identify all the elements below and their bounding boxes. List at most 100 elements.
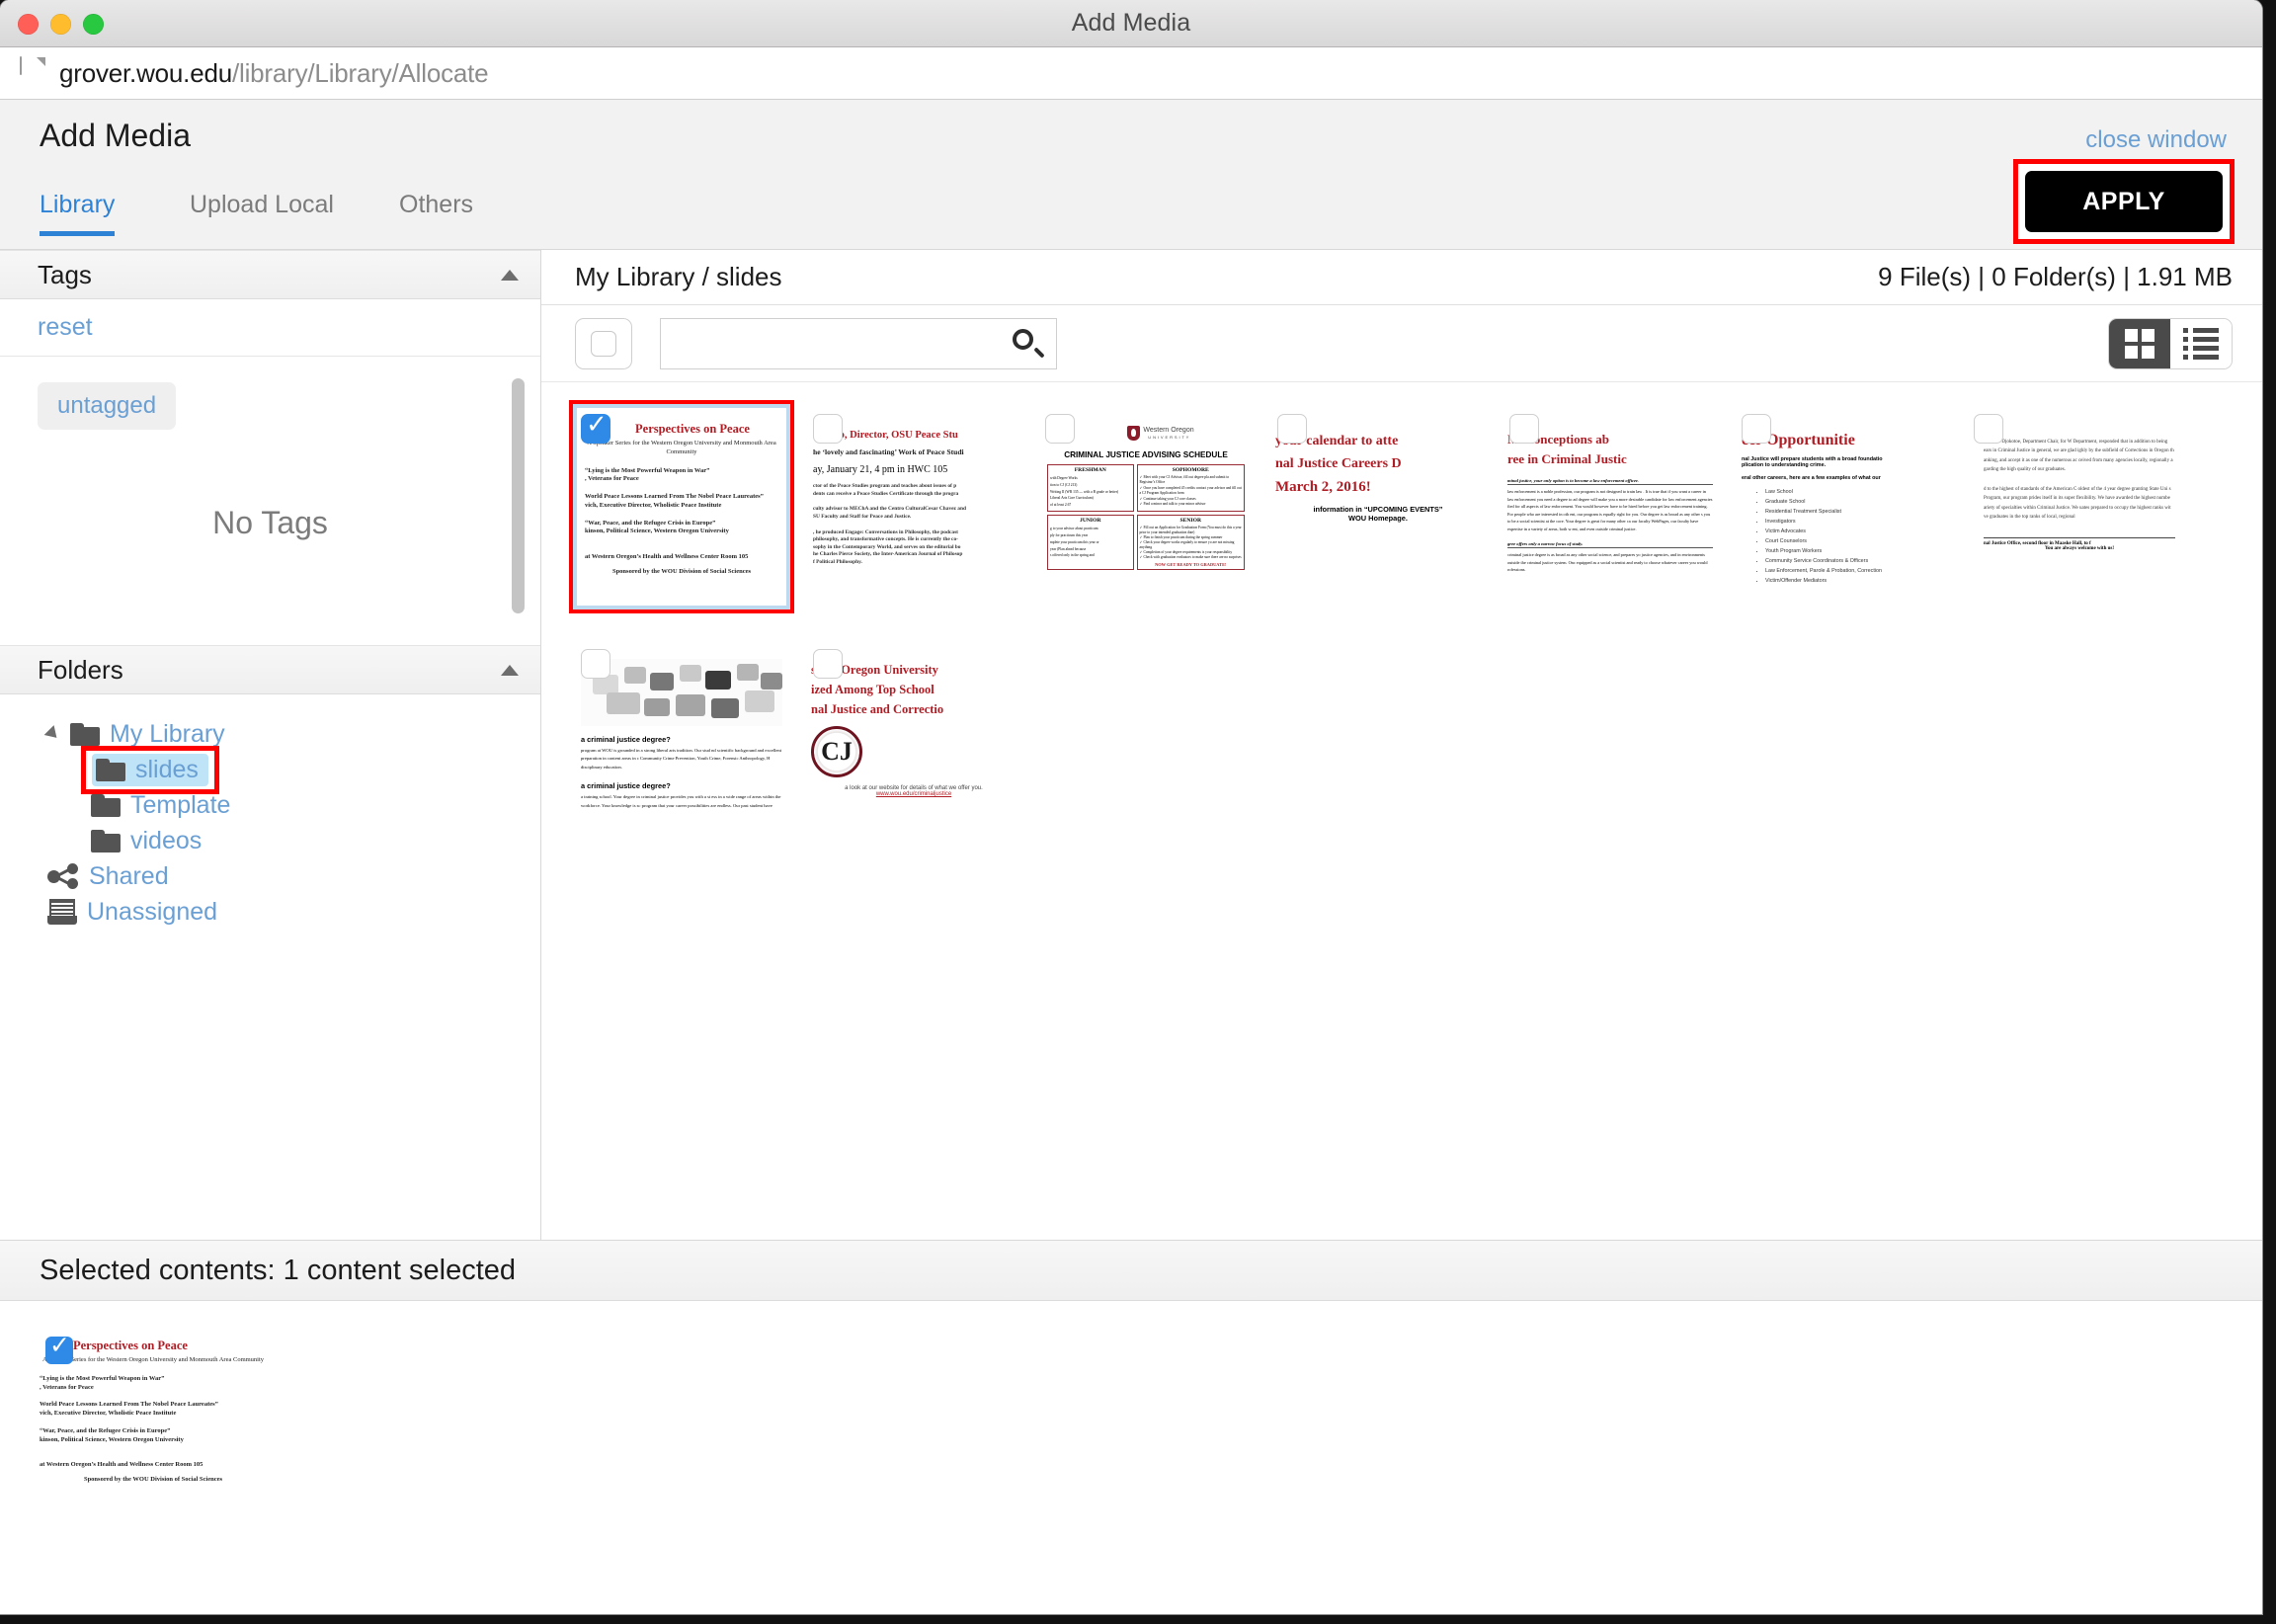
page-title: Add Media [40,118,191,153]
thumbnail-cell[interactable]: Orosco, Director, OSU Peace Stu he ‘love… [795,404,1027,639]
selected-title: Perspectives on Peace [73,1339,188,1352]
view-toggle-group [2108,318,2233,369]
folder-item-slides[interactable]: slides [81,745,540,794]
tag-chip-untagged[interactable]: untagged [38,382,177,430]
search-input[interactable] [675,330,1013,357]
reset-link[interactable]: reset [38,313,93,342]
thumb-line: sophy in the Contemporary World, and ser… [813,543,961,550]
select-all-checkbox[interactable] [575,317,632,369]
window-titlebar: Add Media [0,0,2262,47]
content-area: My Library / slides 9 File(s) | 0 Folder… [541,250,2262,1240]
grid-icon [2125,329,2154,359]
tags-list-area: untagged No Tags [0,357,540,645]
thumb-line: “Lying is the Most Powerful Weapon in Wa… [585,466,710,474]
thumb-line: , he produced Engage: Conversations in P… [813,528,958,535]
thumb-body: criminal justice degree is as broad as a… [1507,552,1708,573]
thumbnail-cell[interactable]: eer Opportunitie nal Justice will prepar… [1724,404,1956,639]
folder-item-videos[interactable]: videos [91,823,540,858]
thumb-question: a criminal justice degree? [581,735,671,744]
url-bar[interactable]: grover.wou.edu/library/Library/Allocate [0,47,2262,100]
folder-icon [70,722,100,746]
thumbnail-checkbox[interactable] [1742,414,1771,444]
thumbnail-checkbox[interactable] [581,649,610,679]
tab-upload-local[interactable]: Upload Local [190,191,334,233]
thumbnail-cell[interactable]: Western Oregon U N I V E R S I T Y CRIMIN… [1027,404,1260,639]
thumbnail-grid: Perspectives on Peace A Speaker Series f… [541,382,2262,874]
thumb-footer-red: at Western Oregon’s Health and Wellness … [585,553,749,561]
search-box[interactable] [660,317,1057,369]
traffic-light-buttons [18,0,104,47]
thumbnail-checkbox[interactable] [1277,414,1307,444]
chevron-up-icon[interactable] [501,269,519,281]
tab-library[interactable]: Library [40,191,116,236]
thumb-footer: Sponsored by the WOU Division of Social … [611,567,752,575]
thumb-footer-link[interactable]: www.wou.edu/criminaljustice [811,791,1016,797]
page-document-icon [20,56,45,89]
tab-others[interactable]: Others [399,191,473,233]
thumb-subheading: gree offers only a narrow focus of study… [1507,541,1713,549]
quadrant-items: with Degree Works tion to CJ (CJ 213) Wr… [1050,476,1119,508]
thumb-line: eral other careers, here are a few examp… [1742,475,1881,481]
thumb-line: WOU Homepage. [1348,514,1408,523]
folder-label: slides [135,755,199,783]
thumbnail-checkbox[interactable] [1974,414,2003,444]
thumb-title: Perspectives on Peace [635,422,750,436]
slides-highlight-annotation: slides [81,745,219,794]
thumb-line-red: March 2, 2016! [1275,479,1371,495]
selected-thumbnail[interactable]: Perspectives on Peace A Speaker Series f… [40,1329,267,1526]
tags-panel-header[interactable]: Tags [0,250,540,299]
apply-button[interactable]: APPLY [2025,171,2223,232]
slides-selected-highlight[interactable]: slides [92,753,208,786]
close-button-icon[interactable] [18,13,39,35]
search-icon[interactable] [1013,328,1045,359]
thumbnail-cell[interactable]: r. Vivian Djokotoe, Department Chair, fo… [1956,404,2188,639]
folder-item-template[interactable]: Template [91,787,540,823]
folder-label: Unassigned [87,897,218,926]
thumbnail-cell[interactable]: a criminal justice degree? program at WO… [563,639,795,874]
folders-panel-header[interactable]: Folders [0,645,540,694]
folder-item-unassigned[interactable]: Unassigned [47,894,540,930]
thumb-answer: program at WOU is grounded in a strong l… [581,748,782,770]
selected-thumbnail-checkbox[interactable] [45,1331,73,1364]
close-window-link[interactable]: close window [2085,126,2227,154]
tags-panel-title: Tags [38,259,92,289]
thumbnail-cell[interactable]: your calendar to atte nal Justice Career… [1260,404,1492,639]
thumb-title: Orosco, Director, OSU Peace Stu [813,430,958,441]
thumb-line: plication to understanding crime. [1742,462,1827,468]
chevron-up-icon[interactable] [501,664,519,676]
thumbnail-checkbox[interactable] [1045,414,1075,444]
thumbnail-cell[interactable]: Misconceptions ab ree in Criminal Justic… [1492,404,1724,639]
thumb-line: kinson, Political Science, Western Orego… [585,528,729,535]
thumbnail-checkbox[interactable] [813,649,843,679]
folder-item-shared[interactable]: Shared [47,858,540,894]
tab-bar: Library Upload Local Others APPLY [0,159,2262,250]
sidebar: Tags reset untagged No Tags Folders My L [0,250,541,1240]
thumbnail-cell[interactable]: Perspectives on Peace A Speaker Series f… [563,400,795,639]
selected-line: “War, Peace, and the Refugee Crisis in E… [40,1426,171,1434]
thumb-line: information in “UPCOMING EVENTS” [1313,505,1443,514]
thumb-body: law enforcement is a noble profession, o… [1507,489,1713,531]
quadrant-heading: SOPHOMORE [1172,467,1209,473]
logo-text-primary: Western Oregon [1143,426,1194,434]
selected-subtitle: A Speaker Series for the Western Oregon … [41,1356,265,1363]
thumbnail-checkbox[interactable] [813,414,843,444]
zoom-button-icon[interactable] [83,13,104,35]
cj-seal-logo-icon: CJ [811,726,862,777]
browser-window: Add Media grover.wou.edu/library/Library… [0,0,2262,1614]
thumb-line: he ‘lovely and fascinating’ Work of Peac… [813,447,964,456]
thumbnail-checkbox[interactable] [581,410,610,444]
grid-view-button[interactable] [2109,319,2170,368]
disclosure-triangle-icon[interactable] [43,725,62,743]
folder-label: Template [130,790,231,819]
thumb-line: he Charles Pierce Society, the Inter-Ame… [813,551,963,558]
thumbnail-cell[interactable]: stern Oregon University ized Among Top S… [795,639,1027,874]
tags-scrollbar[interactable] [512,378,525,613]
thumb-line: vich, Executive Director, Wholistic Peac… [585,501,722,509]
logo-text-secondary: U N I V E R S I T Y [1148,434,1189,440]
list-icon [2183,328,2219,360]
minimize-button-icon[interactable] [50,13,71,35]
thumbnail-checkbox[interactable] [1509,414,1539,444]
list-view-button[interactable] [2170,319,2232,368]
thumb-footer: nal Justice Office, second floor in Maas… [1984,537,2175,546]
folders-tree: My Library slides Template videos Shared… [0,694,540,930]
